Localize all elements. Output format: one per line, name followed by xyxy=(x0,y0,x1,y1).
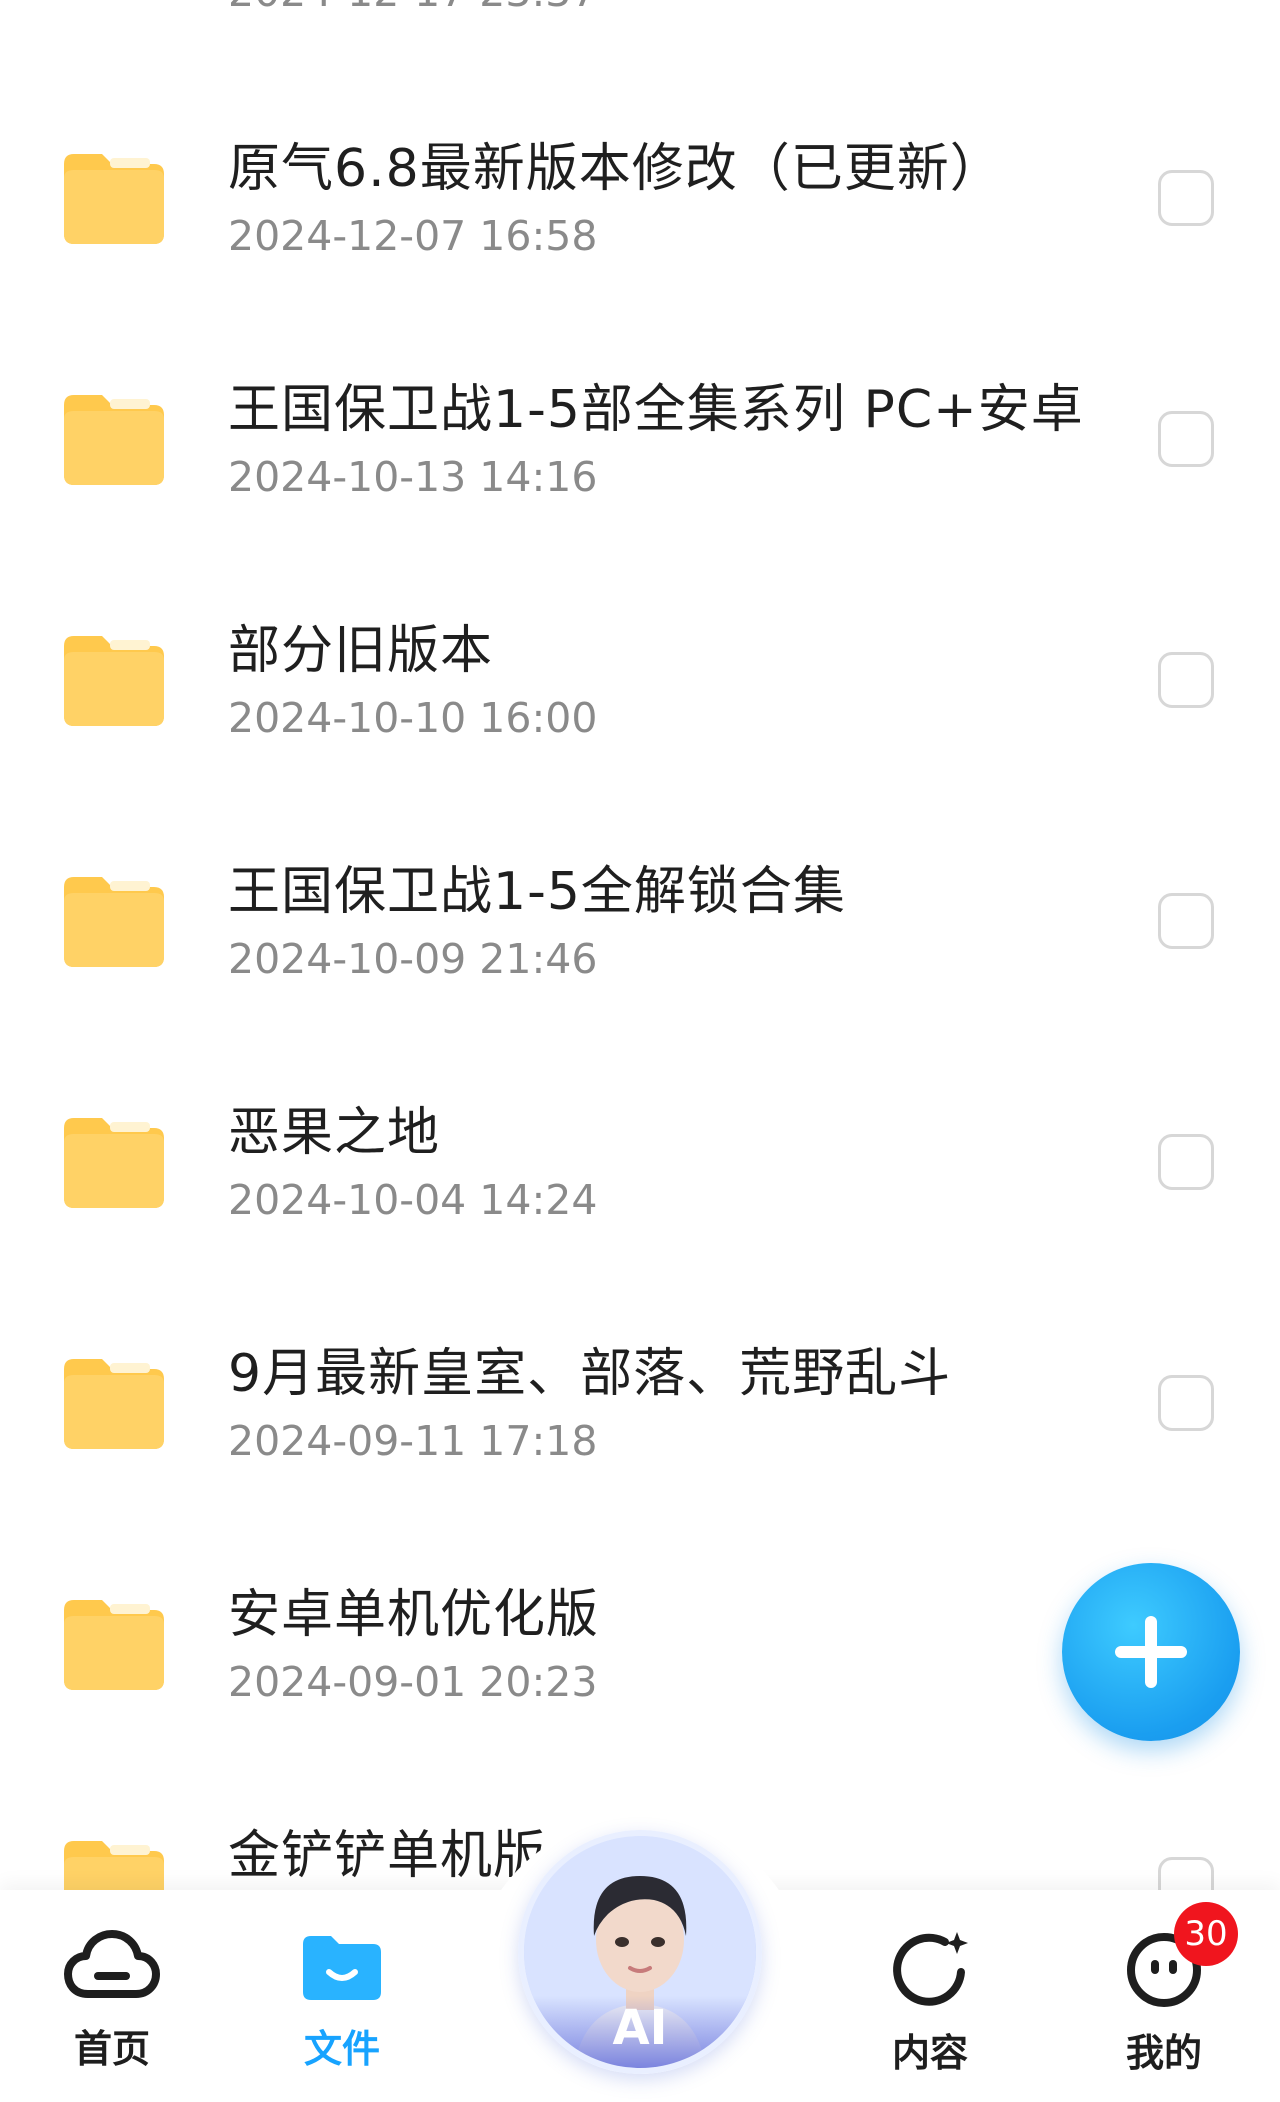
select-checkbox[interactable] xyxy=(1158,411,1214,467)
folder-icon xyxy=(303,1936,381,2000)
file-name: 9月最新皇室、部落、荒野乱斗 xyxy=(228,1344,952,1404)
file-row[interactable]: 王国保卫战1-5全解锁合集 2024-10-09 21:46 xyxy=(0,801,1280,1043)
file-row[interactable]: 王国保卫战1-5部全集系列 PC+安卓 2024-10-13 14:16 xyxy=(0,319,1280,561)
notification-badge: 30 xyxy=(1174,1902,1238,1966)
file-name: 王国保卫战1-5全解锁合集 xyxy=(228,862,846,922)
file-name: 恶果之地 xyxy=(228,1103,441,1163)
nav-files[interactable]: 文件 xyxy=(272,1928,412,2078)
file-name: 王国保卫战1-5部全集系列 PC+安卓 xyxy=(228,380,1084,440)
select-checkbox[interactable] xyxy=(1158,1134,1214,1190)
cloud-icon xyxy=(64,1930,160,1998)
nav-files-label: 文件 xyxy=(303,2027,380,2071)
file-row[interactable]: 原气6.8最新版本修改（已更新） 2024-12-07 16:58 xyxy=(0,78,1280,320)
folder-icon xyxy=(64,395,164,485)
nav-home-label: 首页 xyxy=(73,2027,150,2071)
select-checkbox[interactable] xyxy=(1158,170,1214,226)
folder-icon xyxy=(64,1841,164,1890)
select-checkbox[interactable] xyxy=(1158,652,1214,708)
nav-content-label: 内容 xyxy=(891,2031,968,2075)
file-date: 2024-10-04 14:24 xyxy=(228,1176,598,1224)
select-checkbox[interactable] xyxy=(1158,893,1214,949)
folder-icon xyxy=(64,877,164,967)
nav-content[interactable]: 内容 xyxy=(860,1928,1000,2078)
plus-icon xyxy=(1115,1616,1187,1688)
file-date: 2024-10-13 14:16 xyxy=(228,453,598,501)
nav-mine-label: 我的 xyxy=(1125,2031,1202,2075)
add-button[interactable] xyxy=(1062,1563,1240,1741)
refresh-sparkle-icon xyxy=(893,1932,968,2006)
select-checkbox[interactable] xyxy=(1158,1375,1214,1431)
nav-home[interactable]: 首页 xyxy=(42,1928,182,2078)
folder-icon xyxy=(64,1359,164,1449)
folder-icon xyxy=(64,154,164,244)
file-row[interactable]: 9月最新皇室、部落、荒野乱斗 2024-09-11 17:18 xyxy=(0,1283,1280,1525)
file-name: 原气6.8最新版本修改（已更新） xyxy=(228,139,1003,199)
file-row[interactable]: 恶果之地 2024-10-04 14:24 xyxy=(0,1042,1280,1284)
file-name: 安卓单机优化版 xyxy=(228,1585,600,1645)
select-checkbox[interactable] xyxy=(1158,1857,1214,1890)
file-date: 2024-12-07 16:58 xyxy=(228,212,598,260)
file-date: 2024-12-17 23:37 xyxy=(228,0,597,16)
file-name: 部分旧版本 xyxy=(228,621,494,681)
folder-icon xyxy=(64,1118,164,1208)
file-name: 金铲铲单机版 xyxy=(228,1826,547,1886)
folder-icon xyxy=(64,1600,164,1690)
file-date: 2024-10-10 16:00 xyxy=(228,694,598,742)
file-date: 2024-09-01 20:23 xyxy=(228,1658,598,1706)
file-date: 2024-10-09 21:46 xyxy=(228,935,598,983)
file-browser-screen: 2024-12-17 23:37 原气6.8最新版本修改（已更新） 2024-12… xyxy=(0,0,1280,2102)
ai-assistant-button[interactable]: AI xyxy=(518,1830,762,2074)
folder-icon xyxy=(64,636,164,726)
file-row[interactable]: 部分旧版本 2024-10-10 16:00 xyxy=(0,560,1280,802)
file-date: 2024-09-11 17:18 xyxy=(228,1417,598,1465)
ai-label: AI xyxy=(524,1996,756,2068)
